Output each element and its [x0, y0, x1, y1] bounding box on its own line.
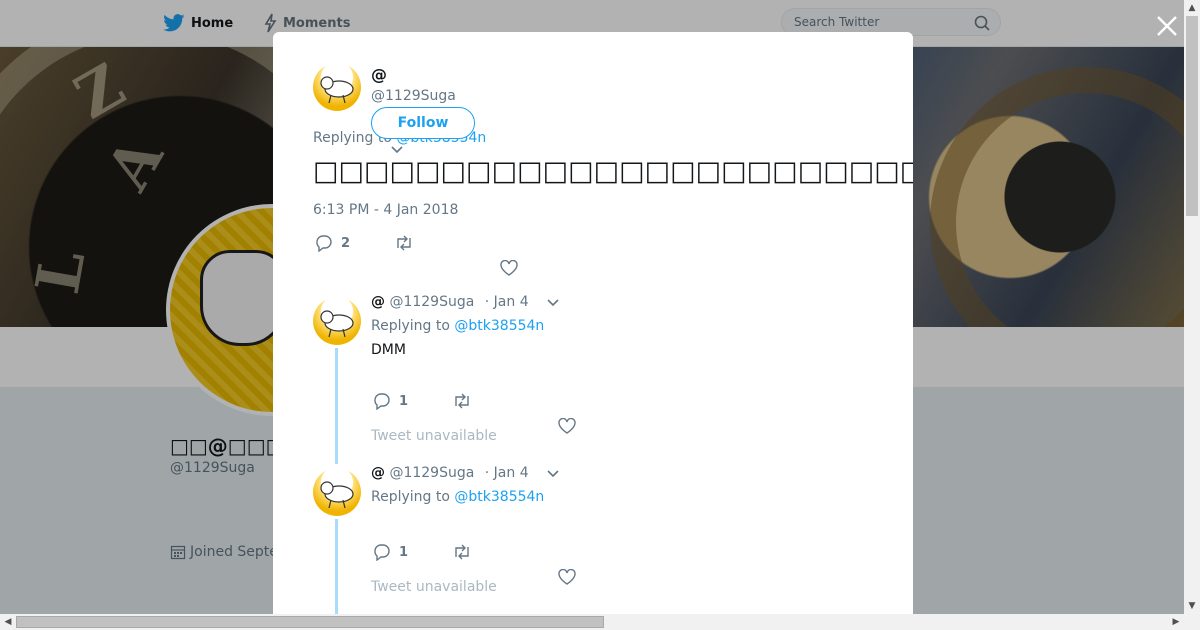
- retweet-icon[interactable]: [452, 393, 472, 409]
- scroll-right-arrow-icon[interactable]: ▶: [1168, 614, 1184, 630]
- reply-author-avatar[interactable]: [313, 468, 361, 516]
- reply-action[interactable]: 1: [373, 392, 408, 410]
- horizontal-scrollbar[interactable]: ◀ ▶: [0, 614, 1200, 630]
- reply-author-name[interactable]: @: [371, 465, 385, 481]
- vertical-scroll-thumb[interactable]: [1186, 16, 1198, 216]
- tweet-unavailable: Tweet unavailable: [371, 579, 497, 595]
- chevron-down-icon[interactable]: [546, 469, 560, 479]
- tweet-timestamp[interactable]: 6:13 PM - 4 Jan 2018: [313, 202, 458, 218]
- scroll-up-arrow-icon[interactable]: ▲: [1184, 0, 1200, 16]
- like-icon[interactable]: [558, 418, 576, 434]
- tweet-unavailable: Tweet unavailable: [371, 428, 497, 444]
- reply-author-handle[interactable]: @1129Suga: [389, 465, 474, 481]
- replying-prefix: Replying to: [371, 318, 450, 334]
- reply-author-avatar[interactable]: [313, 297, 361, 345]
- retweet-icon[interactable]: [452, 544, 472, 560]
- reply-replying-to: Replying to @btk38554n: [371, 489, 544, 505]
- replying-to-link[interactable]: @btk38554n: [454, 318, 544, 334]
- tweet-author-handle[interactable]: @1129Suga: [371, 88, 456, 104]
- close-icon[interactable]: [1153, 12, 1181, 40]
- scroll-down-arrow-icon[interactable]: ▼: [1184, 598, 1200, 614]
- reply-icon: [374, 544, 390, 561]
- reply-count: 2: [341, 235, 351, 251]
- vertical-scrollbar[interactable]: ▲ ▼: [1184, 0, 1200, 614]
- scroll-left-arrow-icon[interactable]: ◀: [0, 614, 16, 630]
- tweet-text: □□□□□□□□□□□□□□□□□□□□□□□□□□□□□□□□□□□□□□□□…: [313, 156, 913, 187]
- thread-line: [335, 519, 338, 614]
- like-icon[interactable]: [558, 569, 576, 585]
- reply-action[interactable]: 2: [315, 234, 350, 252]
- reply-date[interactable]: · Jan 4: [485, 465, 529, 481]
- reply-header: @ @1129Suga · Jan 4: [371, 294, 529, 310]
- reply-author-name[interactable]: @: [371, 294, 385, 310]
- like-icon[interactable]: [500, 260, 518, 276]
- follow-button[interactable]: Follow: [371, 107, 475, 139]
- reply-author-handle[interactable]: @1129Suga: [389, 294, 474, 310]
- replying-prefix: Replying to: [371, 489, 450, 505]
- chevron-down-icon[interactable]: [390, 145, 404, 155]
- tweet-author-name[interactable]: @: [371, 65, 387, 84]
- retweet-icon[interactable]: [394, 235, 414, 251]
- chevron-down-icon[interactable]: [546, 298, 560, 308]
- horizontal-scroll-thumb[interactable]: [16, 616, 604, 628]
- reply-count: 1: [399, 544, 409, 560]
- reply-text: DMM: [371, 342, 406, 358]
- replying-to-link[interactable]: @btk38554n: [454, 489, 544, 505]
- thread-line: [335, 348, 338, 464]
- reply-icon: [316, 235, 332, 252]
- reply-icon: [374, 393, 390, 410]
- tweet-modal: @ @1129Suga Replying to @btk38554n Follo…: [273, 32, 913, 614]
- reply-action[interactable]: 1: [373, 543, 408, 561]
- tweet-author-avatar[interactable]: [313, 63, 361, 111]
- reply-count: 1: [399, 393, 409, 409]
- reply-date[interactable]: · Jan 4: [485, 294, 529, 310]
- reply-replying-to: Replying to @btk38554n: [371, 318, 544, 334]
- reply-header: @ @1129Suga · Jan 4: [371, 465, 529, 481]
